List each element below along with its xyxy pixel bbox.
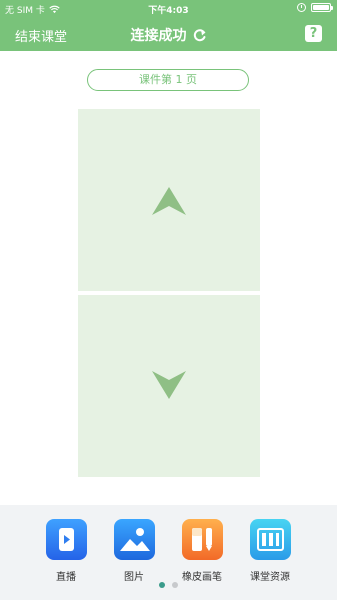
alarm-icon xyxy=(297,3,306,12)
arrow-down-icon xyxy=(152,371,186,399)
tool-resources[interactable]: 课堂资源 xyxy=(240,519,300,583)
page-dot[interactable] xyxy=(172,582,178,588)
tool-resources-label: 课堂资源 xyxy=(250,572,290,583)
arrow-up-icon xyxy=(152,187,186,215)
live-icon xyxy=(45,519,87,560)
picture-icon xyxy=(113,519,155,560)
connection-title-group[interactable]: 连接成功 xyxy=(131,25,207,45)
eraser-pen-icon xyxy=(181,519,223,560)
previous-page-panel[interactable] xyxy=(78,109,260,291)
tool-picture[interactable]: 图片 xyxy=(104,519,164,583)
tool-live-label: 直播 xyxy=(56,572,76,583)
resource-icon xyxy=(249,519,291,560)
top-header: 无 SIM 卡 下午4:03 结束课堂 连接成功 ? xyxy=(0,0,337,51)
next-page-panel[interactable] xyxy=(78,295,260,477)
page-dot-active[interactable] xyxy=(159,582,165,588)
nav-bar: 结束课堂 连接成功 ? xyxy=(0,18,337,51)
connection-status-label: 连接成功 xyxy=(130,28,187,44)
tool-picture-label: 图片 xyxy=(124,572,144,583)
battery-icon xyxy=(311,3,333,12)
help-icon[interactable]: ? xyxy=(305,25,322,42)
tool-eraser-pen[interactable]: 橡皮画笔 xyxy=(172,519,232,583)
status-right xyxy=(297,3,333,12)
tool-eraser-pen-label: 橡皮画笔 xyxy=(182,572,222,583)
toolbar-page-dots xyxy=(0,582,337,588)
status-bar: 无 SIM 卡 下午4:03 xyxy=(0,0,337,18)
refresh-icon[interactable] xyxy=(192,28,207,42)
status-time: 下午4:03 xyxy=(148,6,189,16)
connection-title: 连接成功 xyxy=(0,25,337,45)
page-indicator: 课件第 1 页 xyxy=(87,69,249,91)
tool-live[interactable]: 直播 xyxy=(36,519,96,583)
